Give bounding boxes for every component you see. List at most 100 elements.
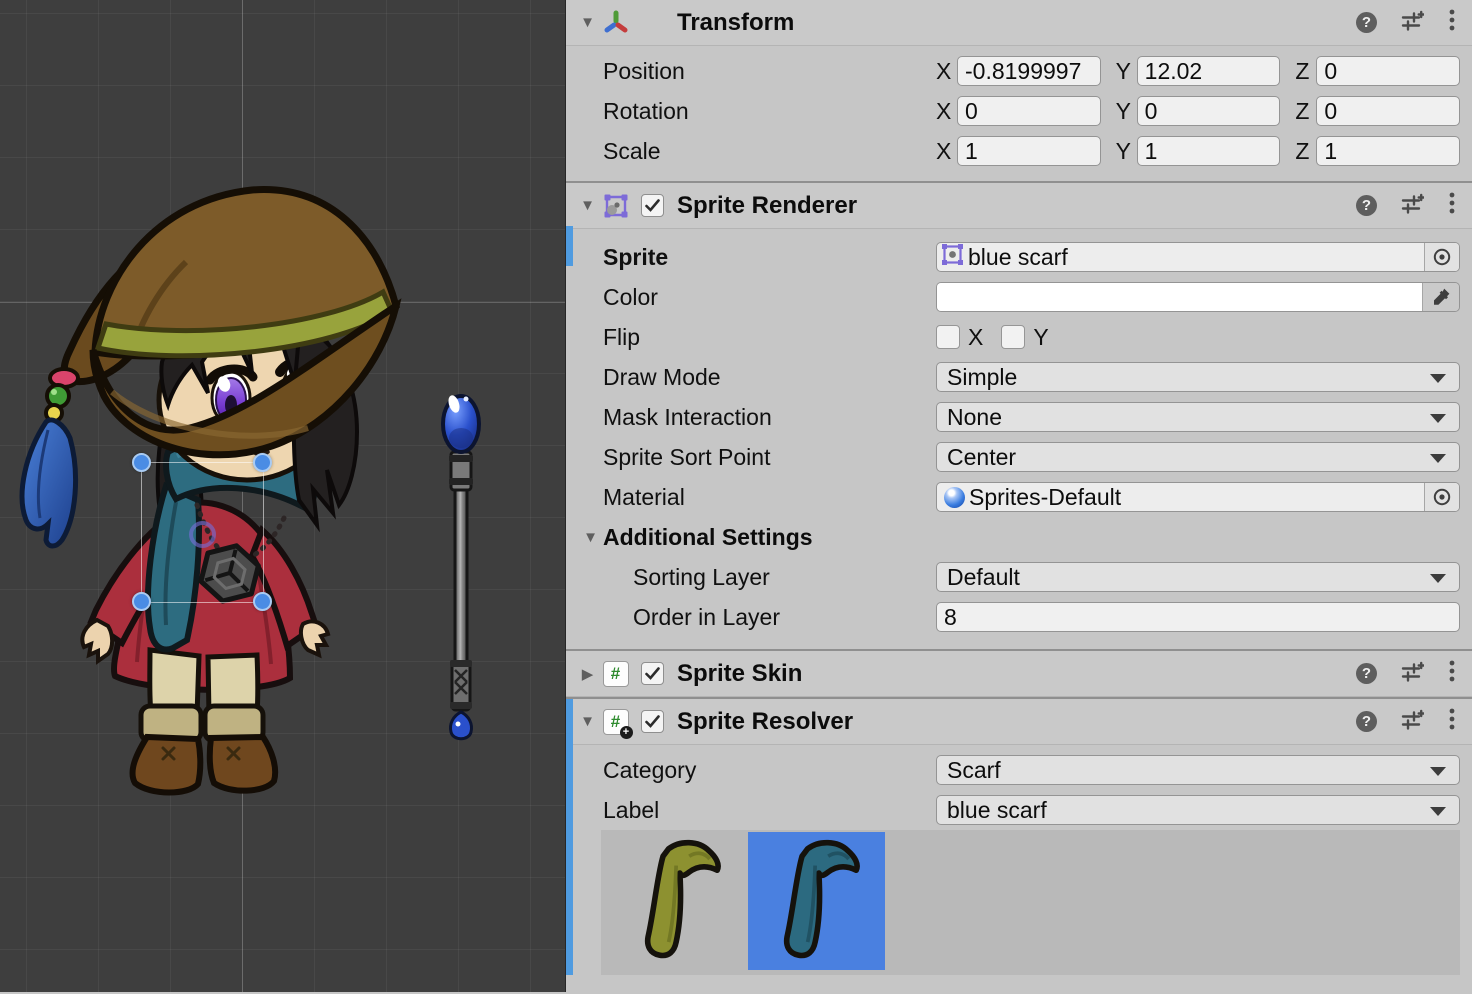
rotation-label: Rotation <box>566 98 936 125</box>
draw-mode-row: Draw Mode Simple <box>566 357 1472 397</box>
scale-y-input[interactable] <box>1137 136 1281 166</box>
component-enabled-checkbox[interactable] <box>641 194 664 217</box>
category-dropdown[interactable]: Scarf <box>936 755 1460 785</box>
order-in-layer-input[interactable] <box>936 602 1460 632</box>
kebab-menu-icon[interactable] <box>1448 659 1456 688</box>
sprite-skin-header[interactable]: ▶ # Sprite Skin ? <box>566 651 1472 697</box>
kebab-menu-icon[interactable] <box>1448 707 1456 736</box>
color-field[interactable] <box>936 282 1460 312</box>
flip-row: Flip X Y <box>566 317 1472 357</box>
sorting-layer-dropdown[interactable]: Default <box>936 562 1460 592</box>
axis-x-label: X <box>936 98 957 125</box>
help-icon[interactable]: ? <box>1356 195 1377 216</box>
transform-header[interactable]: ▼ Transform ? <box>566 0 1472 46</box>
transform-icon <box>602 9 629 36</box>
component-title: Sprite Renderer <box>677 192 857 220</box>
sprite-skin-component: ▶ # Sprite Skin ? <box>566 651 1472 697</box>
selection-handle-bottom-left[interactable] <box>132 592 151 611</box>
prefab-override-indicator <box>566 699 573 975</box>
sprite-resolver-component: ▼ #+ Sprite Resolver ? Category Scar <box>566 699 1472 994</box>
sprite-object-name: blue scarf <box>968 244 1068 271</box>
foldout-expanded-icon[interactable]: ▼ <box>577 197 598 214</box>
eyedropper-icon[interactable] <box>1422 283 1459 311</box>
order-in-layer-label: Order in Layer <box>566 604 936 631</box>
sprite-sort-point-row: Sprite Sort Point Center <box>566 437 1472 477</box>
flip-y-checkbox[interactable] <box>1001 325 1025 349</box>
foldout-expanded-icon[interactable]: ▼ <box>580 529 601 546</box>
object-picker-icon[interactable] <box>1424 243 1459 271</box>
material-label: Material <box>566 484 936 511</box>
selection-handle-bottom-right[interactable] <box>253 592 272 611</box>
component-enabled-checkbox[interactable] <box>641 662 664 685</box>
component-title: Sprite Skin <box>677 660 802 688</box>
component-title: Transform <box>677 9 794 37</box>
rotation-x-input[interactable] <box>957 96 1101 126</box>
presets-icon[interactable] <box>1401 708 1424 736</box>
color-swatch[interactable] <box>937 283 1422 311</box>
mask-interaction-label: Mask Interaction <box>566 404 936 431</box>
sprite-sort-point-label: Sprite Sort Point <box>566 444 936 471</box>
foldout-expanded-icon[interactable]: ▼ <box>577 713 598 730</box>
sprite-sort-point-dropdown[interactable]: Center <box>936 442 1460 472</box>
flip-x-checkbox[interactable] <box>936 325 960 349</box>
label-row: Label blue scarf <box>566 790 1472 830</box>
sprite-pivot-gizmo[interactable] <box>189 521 216 548</box>
axis-y-label: Y <box>1116 138 1137 165</box>
draw-mode-dropdown[interactable]: Simple <box>936 362 1460 392</box>
scale-z-input[interactable] <box>1316 136 1460 166</box>
presets-icon[interactable] <box>1401 9 1424 37</box>
mask-interaction-dropdown[interactable]: None <box>936 402 1460 432</box>
foldout-expanded-icon[interactable]: ▼ <box>577 14 598 31</box>
material-object-name: Sprites-Default <box>969 484 1121 511</box>
scale-x-input[interactable] <box>957 136 1101 166</box>
sprite-resolver-header[interactable]: ▼ #+ Sprite Resolver ? <box>566 699 1472 745</box>
object-picker-icon[interactable] <box>1424 483 1459 511</box>
sprite-object-field[interactable]: blue scarf <box>936 242 1460 272</box>
axis-z-label: Z <box>1295 58 1316 85</box>
component-enabled-checkbox[interactable] <box>641 710 664 733</box>
sprite-variant-strip <box>601 830 1460 975</box>
material-row: Material Sprites-Default <box>566 477 1472 517</box>
kebab-menu-icon[interactable] <box>1448 8 1456 37</box>
help-icon[interactable]: ? <box>1356 12 1377 33</box>
rotation-z-input[interactable] <box>1316 96 1460 126</box>
sprite-renderer-icon <box>602 192 629 219</box>
scale-row: Scale X Y Z <box>566 131 1472 171</box>
position-x-input[interactable] <box>957 56 1101 86</box>
rotation-y-input[interactable] <box>1137 96 1281 126</box>
inspector-panel: ▼ Transform ? <box>565 0 1472 992</box>
draw-mode-label: Draw Mode <box>566 364 936 391</box>
scene-view[interactable] <box>0 0 565 992</box>
foldout-collapsed-icon[interactable]: ▶ <box>577 665 598 683</box>
help-icon[interactable]: ? <box>1356 663 1377 684</box>
axis-z-label: Z <box>1295 98 1316 125</box>
position-z-input[interactable] <box>1316 56 1460 86</box>
scale-label: Scale <box>566 138 936 165</box>
help-icon[interactable]: ? <box>1356 711 1377 732</box>
flip-label: Flip <box>566 324 936 351</box>
mask-interaction-row: Mask Interaction None <box>566 397 1472 437</box>
sprite-variant-green-scarf[interactable] <box>617 832 739 970</box>
selection-handle-top-right[interactable] <box>253 453 272 472</box>
component-title: Sprite Resolver <box>677 708 853 736</box>
sprite-variant-blue-scarf[interactable] <box>748 832 885 970</box>
presets-icon[interactable] <box>1401 660 1424 688</box>
prefab-override-indicator <box>566 226 573 266</box>
axis-z-label: Z <box>1295 138 1316 165</box>
kebab-menu-icon[interactable] <box>1448 191 1456 220</box>
staff-sprite <box>443 394 479 739</box>
selection-handle-top-left[interactable] <box>132 453 151 472</box>
position-y-input[interactable] <box>1137 56 1281 86</box>
sprite-renderer-header[interactable]: ▼ Sprite Renderer ? <box>566 183 1472 229</box>
label-dropdown[interactable]: blue scarf <box>936 795 1460 825</box>
sorting-layer-label: Sorting Layer <box>566 564 936 591</box>
material-object-field[interactable]: Sprites-Default <box>936 482 1460 512</box>
sorting-layer-row: Sorting Layer Default <box>566 557 1472 597</box>
order-in-layer-row: Order in Layer <box>566 597 1472 637</box>
presets-icon[interactable] <box>1401 192 1424 220</box>
flip-y-label: Y <box>1033 324 1048 351</box>
label-label: Label <box>566 797 936 824</box>
transform-component: ▼ Transform ? <box>566 0 1472 181</box>
additional-settings-row[interactable]: ▼ Additional Settings <box>566 517 1472 557</box>
axis-x-label: X <box>936 138 957 165</box>
